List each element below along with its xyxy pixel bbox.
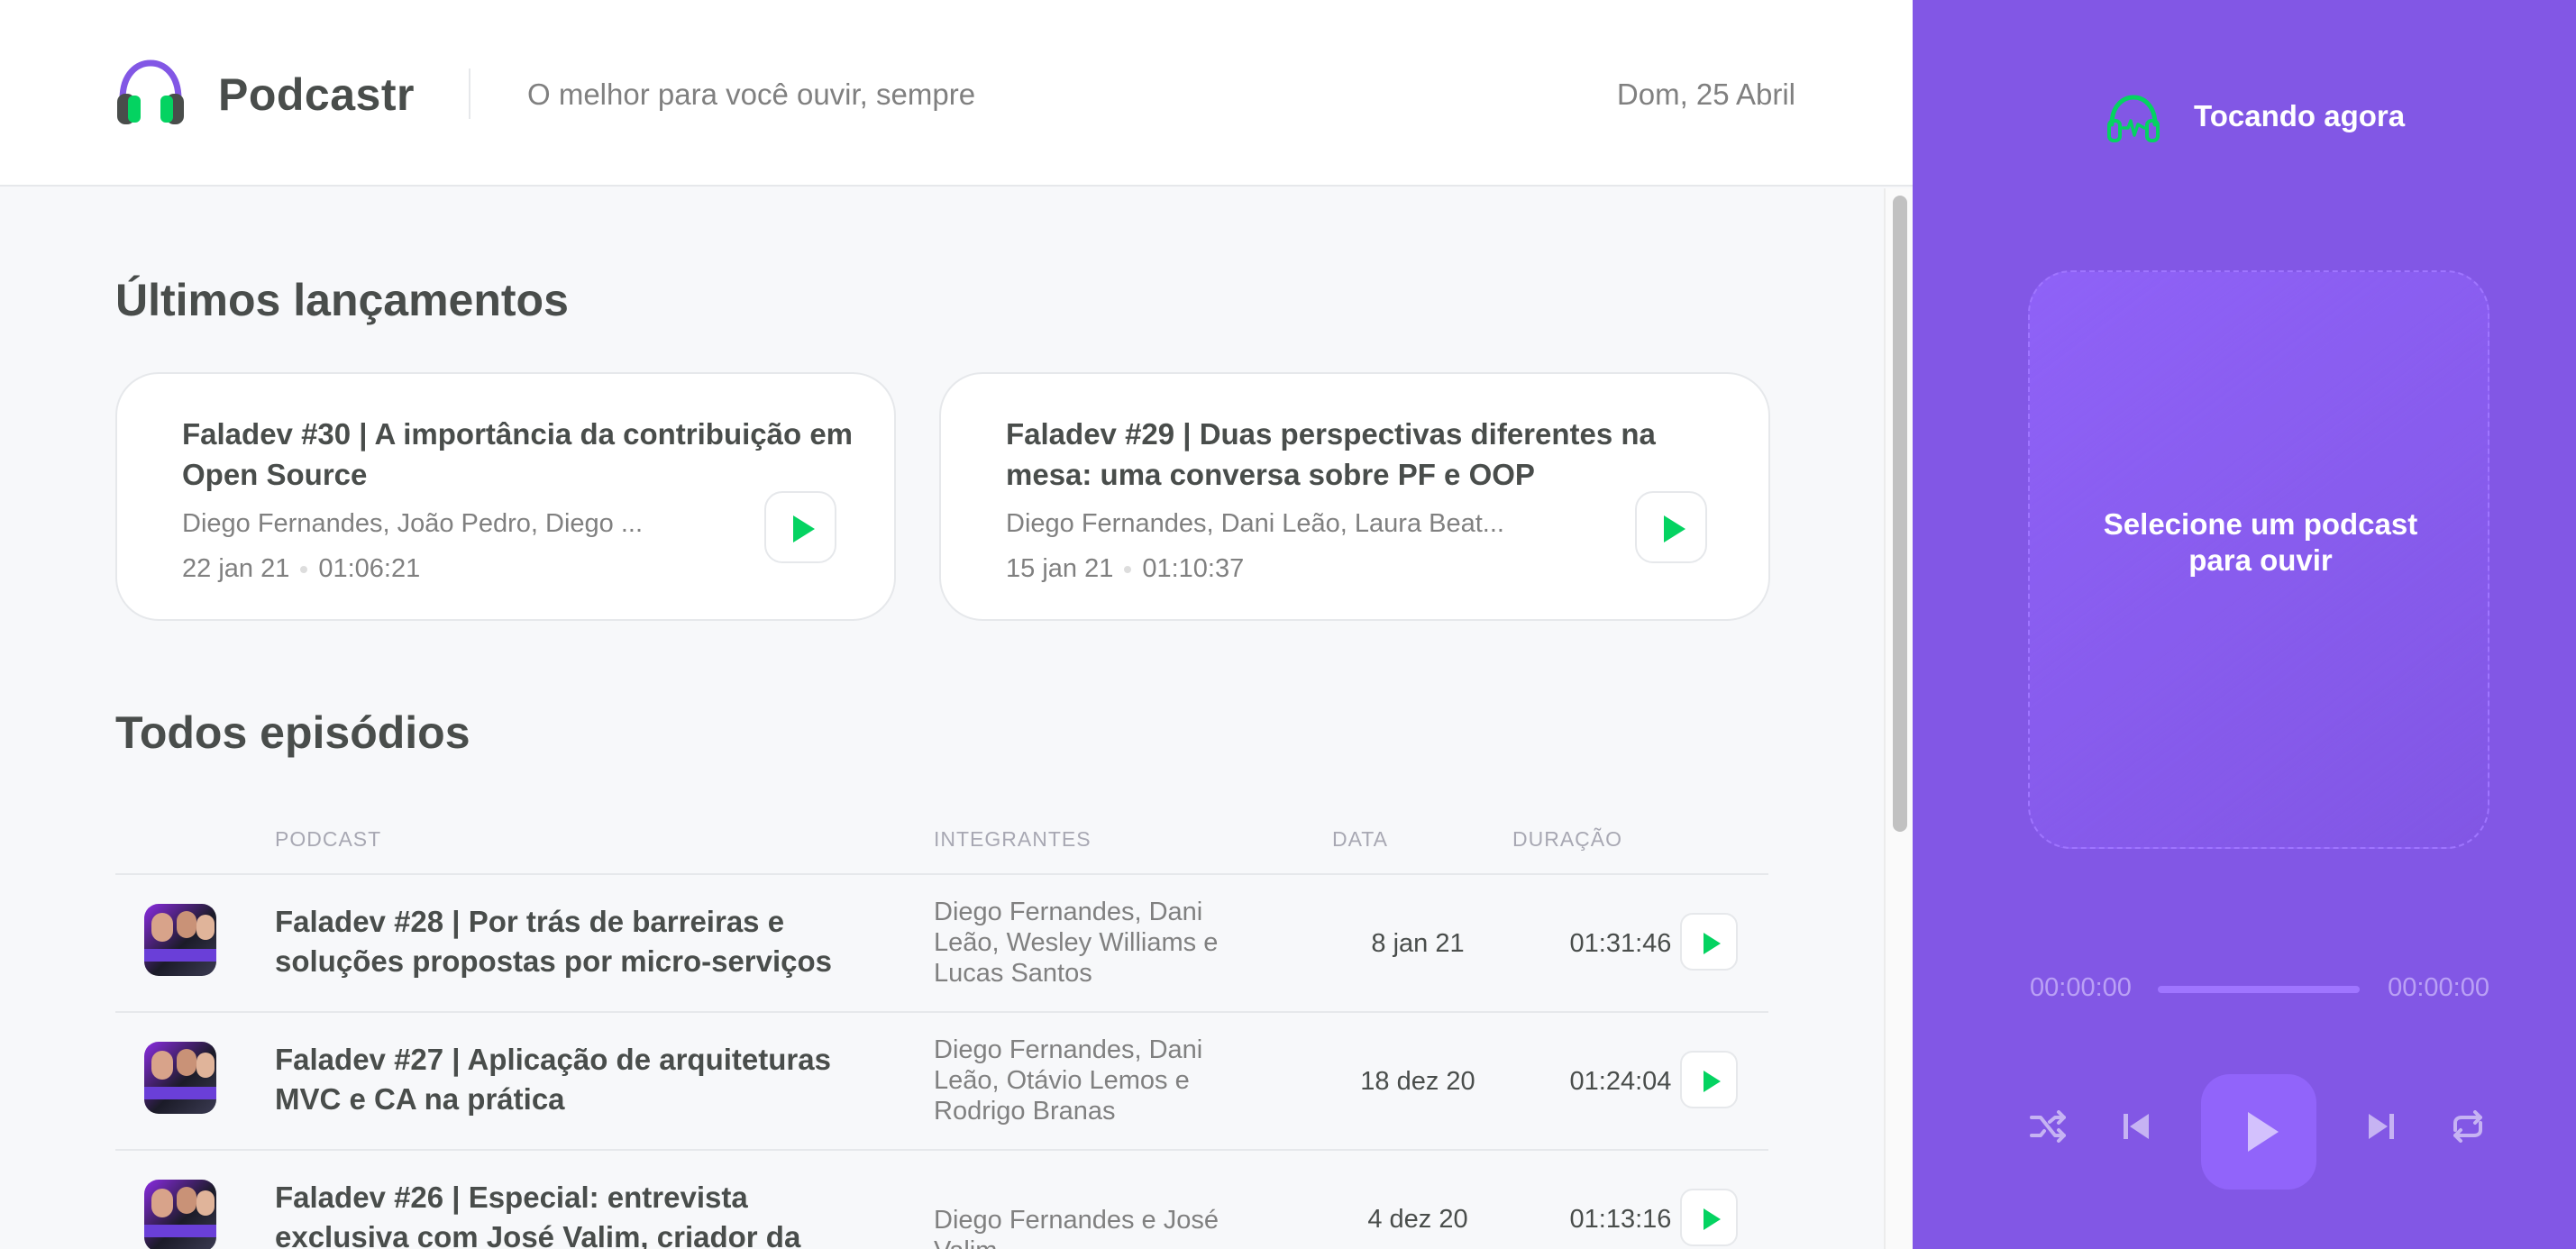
table-row: Faladev #27 | Aplicação de arquiteturas … bbox=[115, 1013, 1768, 1148]
play-icon bbox=[793, 515, 815, 542]
headphone-pulse-icon bbox=[2107, 95, 2160, 142]
play-episode-button[interactable] bbox=[1680, 1051, 1738, 1108]
skip-next-icon bbox=[2369, 1114, 2394, 1139]
column-header-date: DATA bbox=[1332, 827, 1388, 851]
all-episodes-title: Todos episódios bbox=[115, 707, 470, 758]
play-episode-button[interactable] bbox=[764, 491, 836, 563]
latest-episodes-title: Últimos lançamentos bbox=[115, 275, 569, 325]
scrollbar-thumb[interactable] bbox=[1893, 196, 1907, 832]
play-icon bbox=[1704, 1208, 1721, 1230]
app-main: Podcastr O melhor para você ouvir, sempr… bbox=[0, 0, 1913, 1249]
tagline: O melhor para você ouvir, sempre bbox=[527, 77, 976, 111]
play-episode-button[interactable] bbox=[1680, 913, 1738, 971]
shuffle-button[interactable] bbox=[2021, 1099, 2075, 1153]
play-icon bbox=[1664, 515, 1685, 542]
play-episode-button[interactable] bbox=[1635, 491, 1707, 563]
player-header: Tocando agora bbox=[1913, 94, 2576, 148]
next-button[interactable] bbox=[2354, 1099, 2408, 1153]
play-icon bbox=[1704, 933, 1721, 954]
episode-members: Diego Fernandes, João Pedro, Diego ... bbox=[182, 509, 644, 538]
episode-date: 22 jan 21 bbox=[182, 554, 290, 583]
separator-dot bbox=[1124, 566, 1132, 574]
repeat-icon bbox=[2453, 1110, 2482, 1143]
episode-meta: 15 jan 21 01:10:37 bbox=[1006, 554, 1244, 584]
play-button[interactable] bbox=[2201, 1074, 2316, 1190]
current-time: 00:00:00 bbox=[2030, 973, 2132, 1002]
progress-slider[interactable] bbox=[2158, 986, 2360, 993]
episode-date: 15 jan 21 bbox=[1006, 554, 1114, 583]
shuffle-icon bbox=[2030, 1110, 2066, 1143]
headphones-icon bbox=[117, 59, 184, 124]
header: Podcastr O melhor para você ouvir, sempr… bbox=[0, 0, 1913, 187]
separator-dot bbox=[300, 566, 308, 574]
episode-duration: 01:06:21 bbox=[318, 554, 421, 583]
episode-title-link[interactable]: Faladev #28 | Por trás de barreiras e so… bbox=[275, 902, 888, 981]
episode-thumbnail bbox=[144, 1180, 216, 1249]
home-content[interactable]: Últimos lançamentos Faladev #30 | A impo… bbox=[0, 188, 1884, 1249]
column-header-duration: DURAÇÃO bbox=[1512, 827, 1623, 851]
episode-title-link[interactable]: Faladev #29 | Duas perspectivas diferent… bbox=[1006, 414, 1718, 495]
previous-button[interactable] bbox=[2109, 1099, 2163, 1153]
total-time: 00:00:00 bbox=[2388, 973, 2489, 1002]
empty-player-card: Selecione um podcast para ouvir bbox=[2028, 270, 2489, 849]
play-episode-button[interactable] bbox=[1680, 1189, 1738, 1246]
episode-date: 4 dez 20 bbox=[1367, 1205, 1468, 1234]
header-divider bbox=[469, 68, 470, 119]
column-header-podcast: PODCAST bbox=[275, 827, 382, 851]
episode-thumbnail bbox=[144, 1042, 216, 1114]
latest-episode-card: Faladev #30 | A importância da contribui… bbox=[115, 372, 896, 621]
table-row: Faladev #26 | Especial: entrevista exclu… bbox=[115, 1151, 1768, 1249]
play-icon bbox=[2248, 1112, 2279, 1152]
table-row: Faladev #28 | Por trás de barreiras e so… bbox=[115, 875, 1768, 1010]
episode-date: 8 jan 21 bbox=[1371, 929, 1465, 958]
episode-members: Diego Fernandes, Dani Leão, Laura Beat..… bbox=[1006, 509, 1504, 538]
episode-title-link[interactable]: Faladev #26 | Especial: entrevista exclu… bbox=[275, 1178, 888, 1249]
episode-thumbnail bbox=[144, 904, 216, 976]
empty-player-message: Selecione um podcast para ouvir bbox=[2103, 507, 2418, 577]
episode-members: Diego Fernandes e José Valim bbox=[934, 1206, 1219, 1249]
episode-date: 18 dez 20 bbox=[1360, 1067, 1475, 1096]
episode-title-link[interactable]: Faladev #30 | A importância da contribui… bbox=[182, 414, 867, 495]
now-playing-title: Tocando agora bbox=[2194, 99, 2406, 132]
skip-previous-icon bbox=[2124, 1114, 2149, 1139]
player-panel: Tocando agora Selecione um podcast para … bbox=[1913, 0, 2576, 1249]
column-header-members: INTEGRANTES bbox=[934, 827, 1092, 851]
current-date: Dom, 25 Abril bbox=[1616, 77, 1795, 111]
brand-name: Podcastr bbox=[218, 69, 415, 120]
episode-members: Diego Fernandes, Dani Leão, Wesley Willi… bbox=[934, 898, 1219, 988]
latest-episode-card: Faladev #29 | Duas perspectivas diferent… bbox=[939, 372, 1770, 621]
episode-duration: 01:10:37 bbox=[1142, 554, 1245, 583]
episode-meta: 22 jan 21 01:06:21 bbox=[182, 554, 420, 584]
repeat-button[interactable] bbox=[2441, 1099, 2495, 1153]
scrollbar[interactable] bbox=[1884, 188, 1913, 1249]
episode-members: Diego Fernandes, Dani Leão, Otávio Lemos… bbox=[934, 1035, 1203, 1126]
episode-title-link[interactable]: Faladev #27 | Aplicação de arquiteturas … bbox=[275, 1040, 888, 1119]
play-icon bbox=[1704, 1071, 1721, 1092]
